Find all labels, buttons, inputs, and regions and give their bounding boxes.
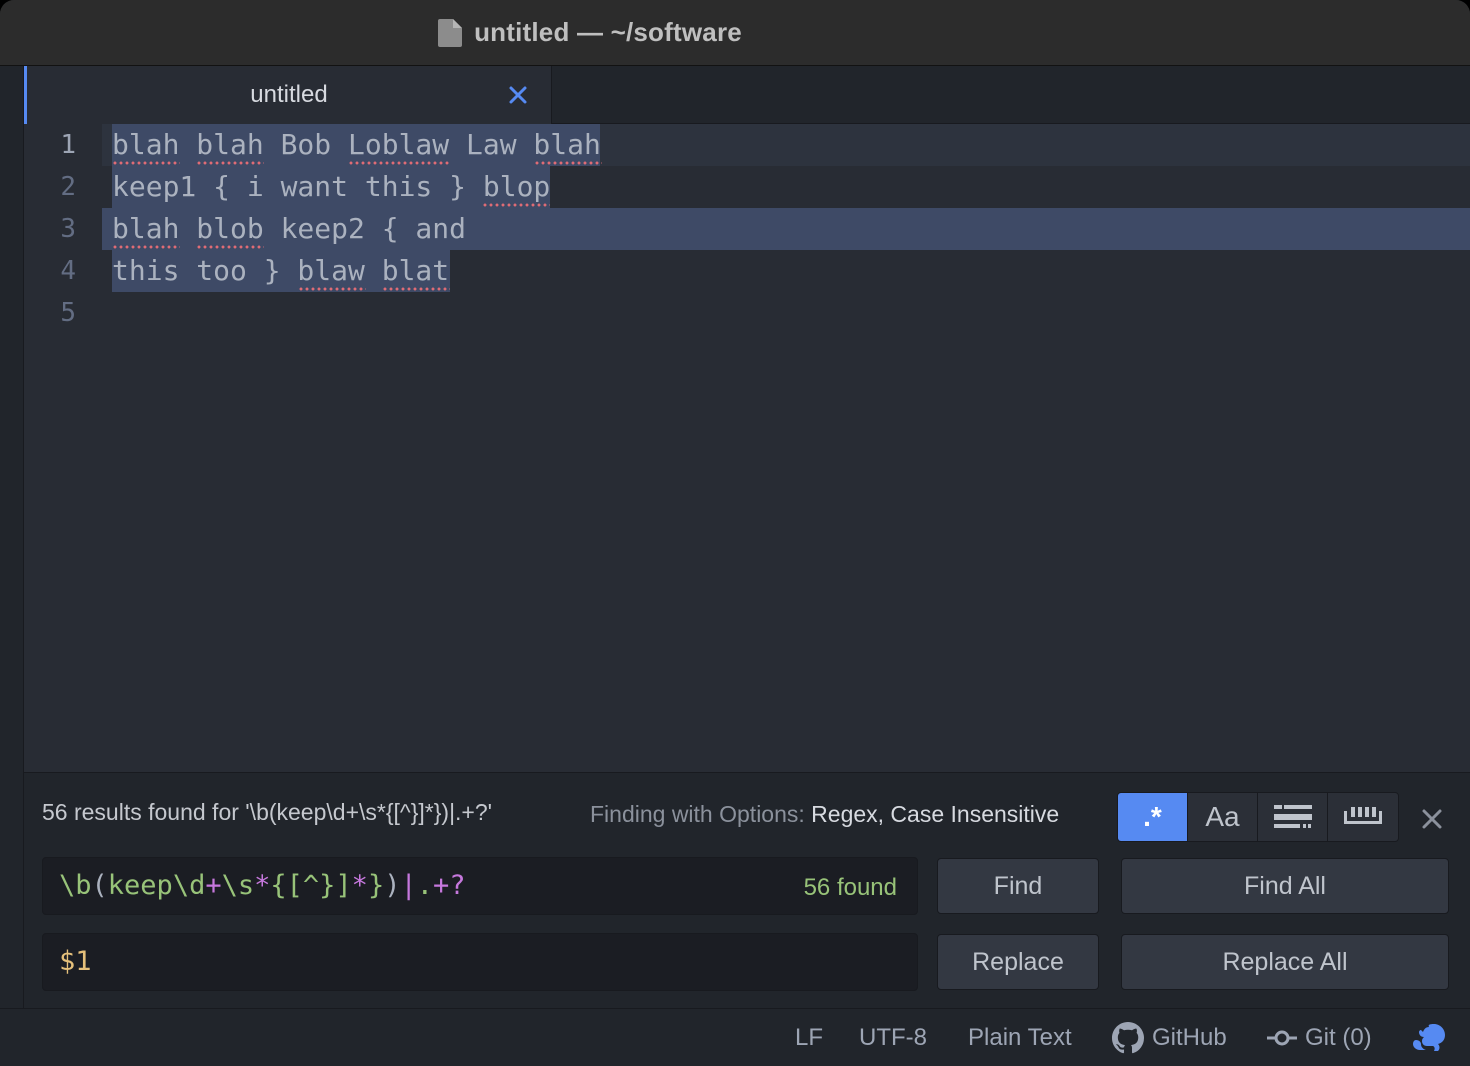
github-icon [1112,1022,1144,1054]
code-line[interactable]: keep1 { i want this } blop [112,166,550,208]
line-number: 5 [60,298,76,328]
tab-title: untitled [250,81,328,108]
regex-token: { [270,870,287,901]
line-number: 2 [60,172,76,202]
git-commit-icon [1267,1030,1297,1046]
regex-token: . [416,870,433,901]
whole-word-toggle-button[interactable] [1328,793,1398,841]
find-results-status: 56 results found for '\b(keep\d+\s*{[^}]… [42,799,493,825]
github-button[interactable]: GitHub [1112,1009,1227,1066]
line-number: 3 [60,214,76,244]
github-label: GitHub [1152,1024,1227,1051]
code-line[interactable]: blah blah Bob Loblaw Law blah [112,124,601,166]
regex-token: ) [384,870,401,901]
squirrel-update-button[interactable] [1410,1009,1446,1066]
close-icon[interactable] [503,80,533,110]
regex-token: \b [59,870,92,901]
found-count: 56 found [803,874,897,901]
case-sensitive-toggle-button[interactable]: Aa [1188,793,1258,841]
regex-toggle-button[interactable]: .* [1118,793,1188,841]
line-number: 1 [60,130,76,160]
git-label: Git (0) [1305,1024,1372,1051]
grammar-selector[interactable]: Plain Text [968,1009,1072,1066]
code-line[interactable]: blah blob keep2 { and [112,208,466,250]
title-bar[interactable]: untitled — ~/software [0,0,1470,66]
find-options-value: Regex, Case Insensitive [811,801,1060,827]
regex-token: | [400,870,417,901]
in-selection-icon [1273,805,1312,828]
status-bar: LF UTF-8 Plain Text GitHub Git (0) [0,1008,1470,1066]
find-options-summary: Finding with Options: Regex, Case Insens… [590,801,1059,828]
tab-bar: untitled [24,66,1470,124]
find-button[interactable]: Find [937,858,1099,914]
git-button[interactable]: Git (0) [1267,1009,1372,1066]
find-all-button[interactable]: Find All [1121,858,1449,914]
replace-all-button[interactable]: Replace All [1121,934,1449,990]
text-editor[interactable]: 1 2 3 4 5 blah blah Bob Loblaw Law blah … [24,124,1470,772]
find-input[interactable]: \b(keep\d+\s*{[^}]*})|.+? 56 found [42,857,918,915]
file-icon [438,18,463,47]
regex-token: ( [91,870,108,901]
window-title: untitled — ~/software [474,17,742,47]
line-number: 4 [60,256,76,286]
regex-token: \s [221,870,255,901]
find-option-toggles: .* Aa [1117,792,1399,842]
regex-token: + [433,870,450,901]
code-line[interactable]: this too } blaw blat [112,250,449,292]
encoding-selector[interactable]: UTF-8 [859,1009,927,1066]
replace-value: $1 [59,946,92,977]
regex-token: * [254,870,271,901]
in-selection-toggle-button[interactable] [1258,793,1328,841]
replace-input[interactable]: $1 [42,933,918,991]
find-replace-panel: 56 results found for '\b(keep\d+\s*{[^}]… [24,772,1470,1008]
regex-token: [^}] [286,870,352,901]
regex-token: ? [449,870,466,901]
whole-word-icon [1344,807,1382,824]
tab-untitled[interactable]: untitled [24,66,552,124]
regex-token: + [205,870,222,901]
regex-token: keep [107,870,173,901]
line-ending-selector[interactable]: LF [795,1009,823,1066]
left-dock-strip [0,66,24,1008]
find-options-label: Finding with Options: [590,801,805,827]
regex-token: \d [172,870,206,901]
close-find-panel-icon[interactable] [1418,805,1446,833]
editor-window: untitled — ~/software untitled 1 2 3 4 5… [0,0,1470,1066]
replace-button[interactable]: Replace [937,934,1099,990]
regex-token: * [351,870,368,901]
regex-token: } [367,870,385,901]
squirrel-icon [1413,1024,1445,1051]
line-number-gutter[interactable]: 1 2 3 4 5 [24,124,102,772]
